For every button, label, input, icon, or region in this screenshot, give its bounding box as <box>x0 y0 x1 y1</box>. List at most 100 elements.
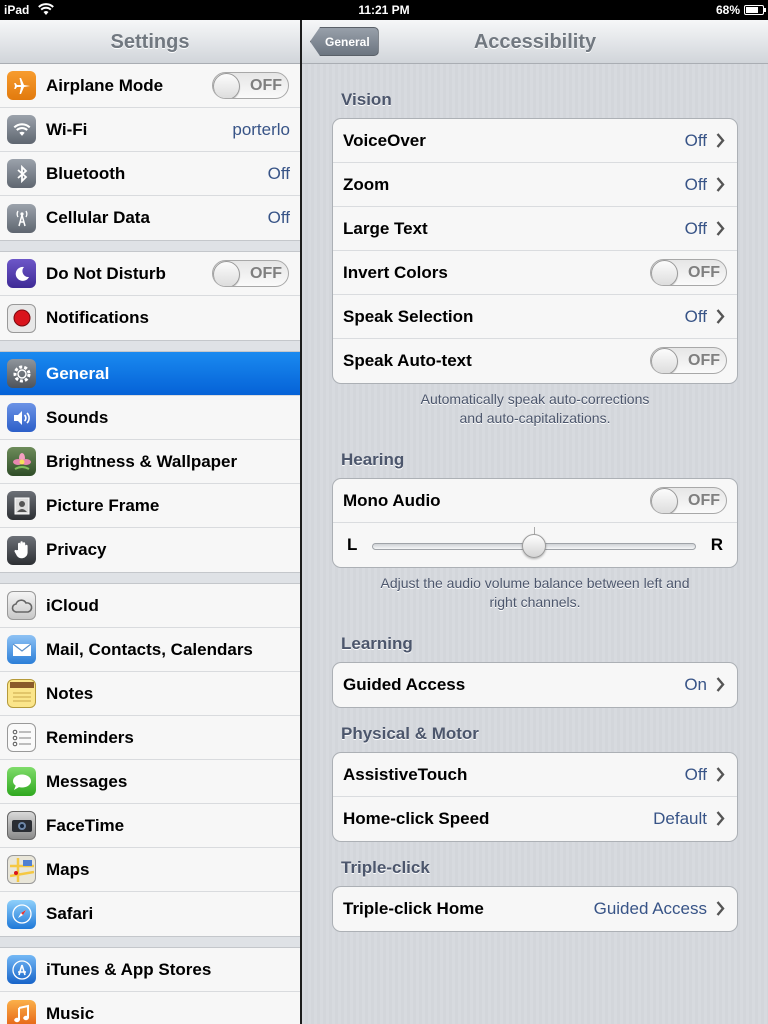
reminders-icon <box>7 723 36 752</box>
toggle-state: OFF <box>250 265 282 282</box>
settings-group: iTunes & App Stores Music <box>0 947 300 1024</box>
airplane-mode-toggle[interactable]: OFF <box>212 72 289 99</box>
sidebar-item-reminders[interactable]: Reminders <box>0 716 300 760</box>
clock: 11:21 PM <box>358 3 410 17</box>
mono-audio-toggle[interactable]: OFF <box>650 487 727 514</box>
toggle-knob <box>651 260 678 285</box>
footer-line: Automatically speak auto-corrections <box>420 391 650 407</box>
toggle-knob <box>213 261 240 286</box>
toggle-knob <box>213 73 240 98</box>
speak-autotext-toggle[interactable]: OFF <box>650 347 727 374</box>
chevron-right-icon <box>716 177 725 192</box>
gear-icon <box>7 359 36 388</box>
sidebar-item-label: Maps <box>46 859 90 879</box>
row-zoom[interactable]: Zoom Off <box>333 163 737 207</box>
back-button[interactable]: General <box>310 27 379 56</box>
sidebar-item-label: Privacy <box>46 540 107 559</box>
toggle-state: OFF <box>688 264 720 281</box>
cellular-icon <box>7 203 36 233</box>
sidebar-item-label: Messages <box>46 771 128 791</box>
do-not-disturb-toggle[interactable]: OFF <box>212 260 289 287</box>
sidebar-item-label: iTunes & App Stores <box>46 959 212 979</box>
facetime-icon <box>7 811 36 840</box>
sidebar-item-facetime[interactable]: FaceTime <box>0 804 300 848</box>
chevron-right-icon <box>716 811 725 826</box>
sidebar-item-icloud[interactable]: iCloud <box>0 584 300 628</box>
sidebar-item-do-not-disturb[interactable]: Do Not Disturb OFF <box>0 252 300 296</box>
vision-table: VoiceOver Off Zoom Off Large Text Off In… <box>332 118 738 384</box>
row-voiceover[interactable]: VoiceOver Off <box>333 119 737 163</box>
row-value: Off <box>684 174 707 194</box>
row-speak-selection[interactable]: Speak Selection Off <box>333 295 737 339</box>
row-value: Off <box>684 218 707 238</box>
row-invert-colors: Invert Colors OFF <box>333 251 737 295</box>
invert-colors-toggle[interactable]: OFF <box>650 259 727 286</box>
sidebar-item-brightness-wallpaper[interactable]: Brightness & Wallpaper <box>0 440 300 484</box>
sidebar-item-airplane-mode[interactable]: Airplane Mode OFF <box>0 64 300 108</box>
balance-slider-thumb[interactable] <box>522 534 546 558</box>
speaker-icon <box>7 403 36 432</box>
sidebar-item-label: iCloud <box>46 595 99 615</box>
balance-right-label: R <box>710 535 723 554</box>
learning-table: Guided Access On <box>332 662 738 708</box>
toggle-knob <box>651 488 678 513</box>
row-large-text[interactable]: Large Text Off <box>333 207 737 251</box>
detail-nav-bar: Accessibility General <box>302 20 768 64</box>
sidebar-item-itunes-app-stores[interactable]: iTunes & App Stores <box>0 948 300 992</box>
row-assistivetouch[interactable]: AssistiveTouch Off <box>333 753 737 797</box>
sidebar-item-safari[interactable]: Safari <box>0 892 300 936</box>
notifications-icon <box>7 303 36 333</box>
row-label: Zoom <box>343 174 390 194</box>
sidebar-item-label: General <box>46 363 110 383</box>
physical-motor-table: AssistiveTouch Off Home-click Speed Defa… <box>332 752 738 842</box>
sidebar-item-sounds[interactable]: Sounds <box>0 396 300 440</box>
sidebar-item-picture-frame[interactable]: Picture Frame <box>0 484 300 528</box>
flower-icon <box>7 447 36 476</box>
row-label: Mono Audio <box>343 490 441 510</box>
hearing-table: Mono Audio OFF L R <box>332 478 738 568</box>
sidebar-item-label: Airplane Mode <box>46 75 164 95</box>
triple-click-table: Triple-click Home Guided Access <box>332 886 738 932</box>
section-header-triple-click: Triple-click <box>341 858 430 877</box>
sidebar-item-maps[interactable]: Maps <box>0 848 300 892</box>
section-header-learning: Learning <box>341 634 413 653</box>
balance-left-label: L <box>347 535 358 554</box>
wifi-network-value: porterlo <box>232 119 290 139</box>
footer-line: Adjust the audio volume balance between … <box>380 575 690 591</box>
row-guided-access[interactable]: Guided Access On <box>333 663 737 707</box>
airplane-icon <box>7 71 36 100</box>
row-triple-click-home[interactable]: Triple-click Home Guided Access <box>333 887 737 931</box>
sidebar-item-label: Music <box>46 1004 95 1023</box>
settings-group: General Sounds Brightness & Wallpaper Pi… <box>0 351 300 573</box>
sidebar-nav-bar: Settings <box>0 20 300 64</box>
sidebar-item-label: Sounds <box>46 407 109 427</box>
sidebar-item-cellular-data[interactable]: Cellular Data Off <box>0 196 300 240</box>
toggle-state: OFF <box>688 492 720 509</box>
sidebar-item-mail-contacts-calendars[interactable]: Mail, Contacts, Calendars <box>0 628 300 672</box>
sidebar-item-privacy[interactable]: Privacy <box>0 528 300 572</box>
sidebar-item-music[interactable]: Music <box>0 992 300 1024</box>
sidebar-item-bluetooth[interactable]: Bluetooth Off <box>0 152 300 196</box>
status-bar: iPad 11:21 PM 68% <box>0 0 768 20</box>
row-speak-autotext: Speak Auto-text OFF <box>333 339 737 383</box>
sidebar-item-label: FaceTime <box>46 815 125 835</box>
app-store-icon <box>7 955 36 984</box>
sidebar-item-notifications[interactable]: Notifications <box>0 296 300 340</box>
sidebar-item-label: Cellular Data <box>46 208 150 227</box>
row-label: Speak Selection <box>343 306 474 326</box>
picture-frame-icon <box>7 491 36 520</box>
chevron-right-icon <box>716 677 725 692</box>
sidebar-item-messages[interactable]: Messages <box>0 760 300 804</box>
messages-icon <box>7 767 36 796</box>
chevron-right-icon <box>716 901 725 916</box>
row-home-click-speed[interactable]: Home-click Speed Default <box>333 797 737 841</box>
footer-line: right channels. <box>489 594 581 610</box>
mail-icon <box>7 635 36 664</box>
hearing-footer: Adjust the audio volume balance between … <box>332 574 738 612</box>
sidebar-item-notes[interactable]: Notes <box>0 672 300 716</box>
row-label: VoiceOver <box>343 130 426 150</box>
row-value: On <box>684 675 707 694</box>
toggle-state: OFF <box>688 352 720 369</box>
sidebar-item-wifi[interactable]: Wi-Fi porterlo <box>0 108 300 152</box>
sidebar-item-general[interactable]: General <box>0 352 300 396</box>
